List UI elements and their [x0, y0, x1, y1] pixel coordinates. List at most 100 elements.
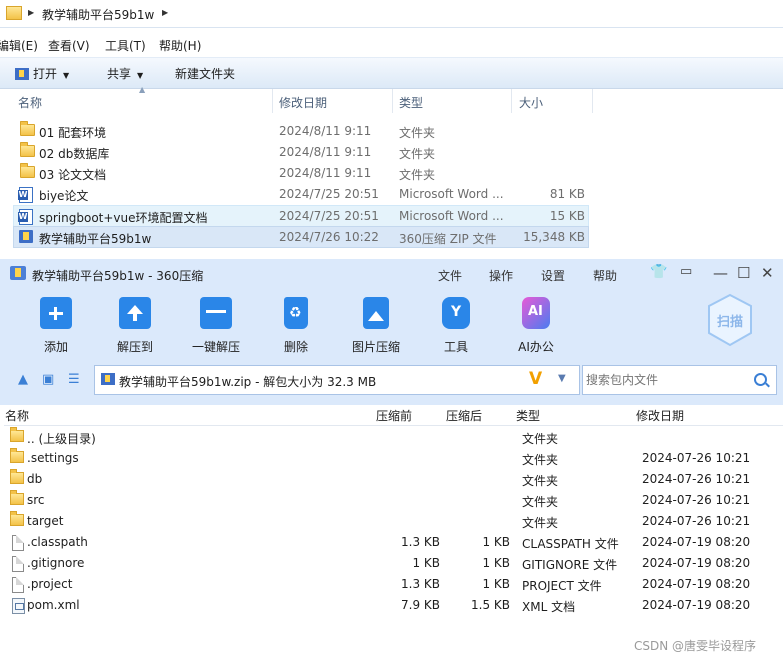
column-date[interactable]: 修改日期 — [279, 94, 327, 111]
menu-view[interactable]: 查看(V) — [48, 37, 90, 54]
ai-office-button[interactable]: AI AI办公 — [501, 297, 571, 355]
search-input[interactable] — [583, 366, 748, 394]
chevron-right-icon[interactable]: ▶ — [28, 8, 34, 17]
list-view-icon[interactable]: ☰ — [68, 372, 80, 387]
row-type: 文件夹 — [522, 432, 559, 446]
archive-row[interactable]: db 文件夹 2024-07-26 10:21 — [4, 469, 764, 490]
row-type: PROJECT 文件 — [522, 579, 602, 593]
search-icon[interactable] — [754, 373, 767, 386]
column-date[interactable]: 修改日期 — [636, 407, 684, 424]
recycle-bin-icon: ♻ — [284, 297, 308, 329]
archive-row[interactable]: pom.xml 7.9 KB 1.5 KB XML 文档 2024-07-19 … — [4, 595, 764, 616]
address-bar[interactable]: ▶ 教学辅助平台59b1w ▶ — [0, 0, 783, 28]
close-icon[interactable]: ✕ — [761, 264, 774, 282]
column-name[interactable]: 名称 — [5, 407, 29, 424]
row-before: 1.3 KB — [401, 535, 440, 549]
row-before: 1 KB — [412, 556, 440, 570]
one-click-extract-button[interactable]: 一键解压 — [181, 297, 251, 355]
menu-tools[interactable]: 工具(T) — [105, 37, 146, 54]
row-type: 文件夹 — [522, 516, 559, 530]
file-row[interactable]: 01 配套环境 2024/8/11 9:11 文件夹 — [14, 121, 588, 141]
file-row[interactable]: 02 db数据库 2024/8/11 9:11 文件夹 — [14, 142, 588, 162]
thumbnail-view-icon[interactable]: ▣ — [42, 372, 54, 387]
maximize-icon[interactable]: ☐ — [737, 264, 750, 282]
folder-icon — [10, 427, 24, 442]
file-name: biye论文 — [39, 189, 89, 203]
column-after[interactable]: 压缩后 — [446, 407, 482, 424]
app-logo-icon — [10, 266, 26, 280]
chevron-right-icon[interactable]: ▶ — [162, 8, 168, 17]
menu-file[interactable]: 文件 — [438, 267, 462, 284]
file-icon — [12, 577, 24, 593]
file-row[interactable]: biye论文 2024/7/25 20:51 Microsoft Word ..… — [14, 184, 588, 204]
row-type: GITIGNORE 文件 — [522, 558, 618, 572]
window-title: 教学辅助平台59b1w - 360压缩 — [32, 269, 204, 283]
add-button[interactable]: 添加 — [21, 297, 91, 355]
row-name: db — [27, 472, 43, 486]
breadcrumb[interactable]: 教学辅助平台59b1w — [42, 6, 154, 23]
archive-row[interactable]: .settings 文件夹 2024-07-26 10:21 — [4, 448, 764, 469]
column-header: 名称 压缩前 压缩后 类型 修改日期 — [4, 405, 783, 426]
column-type[interactable]: 类型 — [399, 94, 423, 111]
file-name: 02 db数据库 — [39, 147, 110, 161]
column-before[interactable]: 压缩前 — [376, 407, 412, 424]
new-folder-button[interactable]: 新建文件夹 — [175, 65, 235, 82]
tools-button[interactable]: Y 工具 — [421, 297, 491, 355]
file-row-selected[interactable]: 教学辅助平台59b1w 2024/7/26 10:22 360压缩 ZIP 文件… — [13, 226, 589, 248]
dropdown-arrow-icon[interactable]: ▼ — [558, 373, 566, 384]
row-type: 文件夹 — [522, 474, 559, 488]
file-name: springboot+vue环境配置文档 — [39, 211, 208, 225]
scan-button[interactable]: 扫描 — [706, 293, 754, 347]
column-size[interactable]: 大小 — [519, 94, 543, 111]
file-type: 文件夹 — [399, 126, 436, 140]
xml-file-icon — [12, 598, 25, 614]
delete-button[interactable]: ♻ 删除 — [261, 297, 331, 355]
up-arrow-icon[interactable]: ▲ — [18, 372, 28, 387]
archive-row[interactable]: .. (上级目录) 文件夹 — [4, 427, 764, 448]
file-row[interactable]: 03 论文文档 2024/8/11 9:11 文件夹 — [14, 163, 588, 183]
archive-row[interactable]: src 文件夹 2024-07-26 10:21 — [4, 490, 764, 511]
archive-window: 教学辅助平台59b1w - 360压缩 文件 操作 设置 帮助 👕 ▭ — ☐ … — [0, 259, 783, 659]
menu-operate[interactable]: 操作 — [489, 267, 513, 284]
file-size: 15 KB — [549, 209, 585, 223]
row-before: 7.9 KB — [401, 598, 440, 612]
skin-icon[interactable]: 👕 — [650, 264, 667, 280]
row-name: pom.xml — [27, 598, 80, 612]
archive-row[interactable]: .gitignore 1 KB 1 KB GITIGNORE 文件 2024-0… — [4, 553, 764, 574]
menu-edit[interactable]: 编辑(E) — [0, 37, 38, 54]
open-button[interactable]: 打开 ▼ — [15, 65, 69, 82]
feedback-icon[interactable]: ▭ — [680, 264, 692, 279]
file-type: 360压缩 ZIP 文件 — [399, 232, 497, 246]
row-type: XML 文档 — [522, 600, 576, 614]
menu-settings[interactable]: 设置 — [541, 267, 565, 284]
menu-bar: 编辑(E) 查看(V) 工具(T) 帮助(H) — [0, 34, 783, 54]
row-type: CLASSPATH 文件 — [522, 537, 619, 551]
ai-icon: AI — [522, 297, 550, 329]
file-type: 文件夹 — [399, 168, 436, 182]
minimize-icon[interactable]: — — [713, 264, 728, 282]
file-row[interactable]: springboot+vue环境配置文档 2024/7/25 20:51 Mic… — [13, 205, 589, 227]
column-name[interactable]: 名称 — [18, 94, 42, 111]
archive-row[interactable]: .classpath 1.3 KB 1 KB CLASSPATH 文件 2024… — [4, 532, 764, 553]
archive-row[interactable]: target 文件夹 2024-07-26 10:21 — [4, 511, 764, 532]
menu-help[interactable]: 帮助(H) — [159, 37, 201, 54]
add-icon — [40, 297, 72, 329]
file-size: 81 KB — [549, 187, 585, 201]
column-type[interactable]: 类型 — [516, 407, 540, 424]
dropdown-arrow-icon: ▼ — [63, 71, 70, 80]
row-after: 1 KB — [482, 535, 510, 549]
row-name: .gitignore — [27, 556, 85, 570]
image-compress-button[interactable]: 图片压缩 — [341, 297, 411, 355]
row-date: 2024-07-26 10:21 — [642, 514, 751, 528]
v-badge-icon[interactable]: V — [529, 369, 542, 389]
extract-to-button[interactable]: 解压到 — [100, 297, 170, 355]
folder-icon — [6, 6, 22, 20]
archive-path: 教学辅助平台59b1w.zip - 解包大小为 32.3 MB — [119, 375, 377, 389]
archive-path-field[interactable]: 教学辅助平台59b1w.zip - 解包大小为 32.3 MB V ▼ — [94, 365, 580, 395]
menu-help[interactable]: 帮助 — [593, 267, 617, 284]
archive-row[interactable]: .project 1.3 KB 1 KB PROJECT 文件 2024-07-… — [4, 574, 764, 595]
share-button[interactable]: 共享 ▼ — [107, 65, 143, 82]
folder-icon — [10, 490, 24, 505]
search-box — [582, 365, 777, 395]
file-type: Microsoft Word ... — [399, 209, 504, 223]
